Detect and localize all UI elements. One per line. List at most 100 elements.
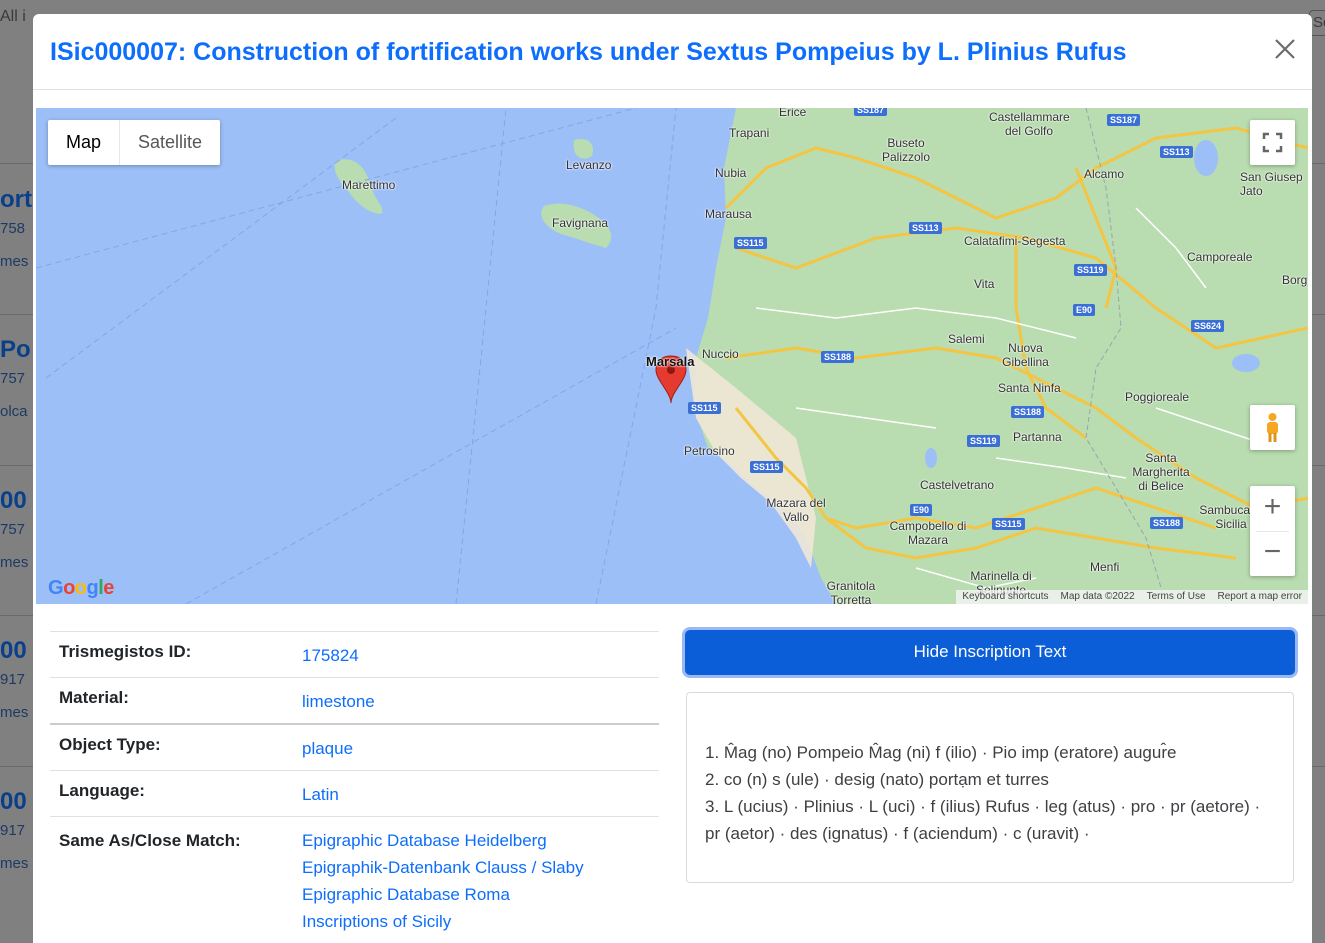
background-divider xyxy=(1311,766,1325,767)
map-label: Marettimo xyxy=(342,178,396,192)
detail-key: Object Type: xyxy=(59,735,161,754)
map-label: Santa Ninfa xyxy=(998,381,1061,395)
map-label: Levanzo xyxy=(566,158,612,172)
map-label: Partanna xyxy=(1013,430,1062,444)
background-divider xyxy=(1311,314,1325,315)
map-attribution: Keyboard shortcuts Map data ©2022 Terms … xyxy=(956,590,1308,604)
inscription-modal: ISic000007: Construction of fortificatio… xyxy=(33,14,1312,943)
road-shield: SS188 xyxy=(1011,406,1045,418)
map-label: Mazara del Vallo xyxy=(766,496,826,524)
google-logo: Google xyxy=(48,577,114,599)
map-label: Granitola Torretta xyxy=(826,579,876,604)
inscription-line: 3. L (ucius) · Plinius · L (uci) · f (il… xyxy=(705,797,1261,816)
road-shield: E90 xyxy=(1073,304,1096,316)
background-divider xyxy=(1311,163,1325,164)
same-as-link[interactable]: Epigraphic Database Roma xyxy=(302,881,584,908)
keyboard-shortcuts-link[interactable]: Keyboard shortcuts xyxy=(962,590,1048,604)
fullscreen-button[interactable] xyxy=(1250,120,1295,165)
background-divider xyxy=(0,465,34,466)
background-result-row: 00 917 mes xyxy=(0,788,29,872)
map-label: Castelvetrano xyxy=(920,478,995,492)
map-label: San Giusep Jato xyxy=(1240,170,1303,198)
report-map-error-link[interactable]: Report a map error xyxy=(1218,590,1302,604)
inscription-line: pr (aetor) · des (ignatus) · f (aciendum… xyxy=(705,824,1090,843)
background-search-text: All i xyxy=(0,8,26,25)
inscription-line: 1. M̂ag (no) Pompeio M̂ag (ni) f (ilio) … xyxy=(705,743,1177,762)
road-shield: SS119 xyxy=(1074,264,1107,276)
map-type-control: Map Satellite xyxy=(48,120,221,165)
road-shield: SS188 xyxy=(1150,517,1184,529)
material-link[interactable]: limestone xyxy=(302,688,375,715)
background-result-row: 00 757 mes xyxy=(0,487,29,571)
background-result-row: Po 757 olca xyxy=(0,336,31,420)
detail-row-language: Language: Latin xyxy=(50,771,659,817)
map-label: Erice xyxy=(779,108,807,119)
detail-row-same-as: Same As/Close Match: Epigraphic Database… xyxy=(50,817,659,943)
street-view-button[interactable] xyxy=(1250,405,1295,450)
zoom-out-button[interactable]: − xyxy=(1250,531,1295,576)
road-shield: SS119 xyxy=(967,435,1000,447)
detail-key: Same As/Close Match: xyxy=(59,831,241,850)
road-shield: SS113 xyxy=(1160,146,1193,158)
same-as-link[interactable]: Epigraphic Database Heidelberg xyxy=(302,827,584,854)
map-label: Alcamo xyxy=(1084,167,1125,181)
map-label: Castellammare del Golfo xyxy=(989,110,1070,138)
road-shield: SS187 xyxy=(1107,114,1141,126)
detail-key: Language: xyxy=(59,781,145,800)
map-label: Nuccio xyxy=(702,347,739,361)
background-divider xyxy=(0,615,34,616)
object-type-link[interactable]: plaque xyxy=(302,735,353,762)
marker-label: Marsala xyxy=(646,354,695,369)
map-label: Trapani xyxy=(729,126,770,140)
map-label: Nubia xyxy=(715,166,747,180)
map-label: Nuova Gibellina xyxy=(1002,341,1049,369)
map-label: Santa Margherita di Belice xyxy=(1132,451,1190,493)
zoom-in-button[interactable]: + xyxy=(1250,486,1295,531)
map-label: Vita xyxy=(974,277,995,291)
hide-inscription-button[interactable]: Hide Inscription Text xyxy=(685,630,1295,675)
map-data-text: Map data ©2022 xyxy=(1060,591,1135,602)
trismegistos-link[interactable]: 175824 xyxy=(302,642,359,669)
map-label: Buseto Palizzolo xyxy=(881,136,931,164)
language-link[interactable]: Latin xyxy=(302,781,339,808)
background-divider xyxy=(0,766,34,767)
zoom-control: + − xyxy=(1250,486,1295,576)
modal-header: ISic000007: Construction of fortificatio… xyxy=(33,14,1312,90)
map-label: Marausa xyxy=(705,207,752,221)
close-icon[interactable] xyxy=(1274,38,1296,60)
same-as-link[interactable]: Inscriptions of Sicily xyxy=(302,908,584,935)
road-shield: SS624 xyxy=(1191,320,1225,332)
map-label: Petrosino xyxy=(684,444,735,458)
map-view[interactable]: Erice Trapani Buseto Palizzolo Castellam… xyxy=(36,108,1308,604)
map-label: Poggioreale xyxy=(1125,390,1190,404)
detail-row-material: Material: limestone xyxy=(50,678,659,725)
pegman-icon xyxy=(1267,413,1278,442)
background-result-row: ort 758 mes xyxy=(0,186,32,270)
background-divider xyxy=(0,163,34,164)
terms-of-use-link[interactable]: Terms of Use xyxy=(1147,590,1206,604)
road-shield: E90 xyxy=(910,504,933,516)
map-label: Camporeale xyxy=(1187,250,1253,264)
map-label: Borg xyxy=(1282,273,1308,287)
background-result-row: 00 917 mes xyxy=(0,637,29,721)
background-divider xyxy=(0,314,34,315)
detail-row-object-type: Object Type: plaque xyxy=(50,725,659,771)
map-label: Campobello di Mazara xyxy=(889,519,967,547)
details-table: Trismegistos ID: 175824 Material: limest… xyxy=(50,631,659,943)
background-divider xyxy=(1311,615,1325,616)
map-label: Salemi xyxy=(948,332,985,346)
map-label: Calatafimi-Segesta xyxy=(964,234,1066,248)
road-shield: SS113 xyxy=(909,222,942,234)
same-as-link[interactable]: Epigraphik-Datenbank Clauss / Slaby xyxy=(302,854,584,881)
inscription-line: 2. co (n) s (ule) · desig (nato) portạm … xyxy=(705,770,1049,789)
detail-key: Material: xyxy=(59,688,129,707)
map-type-satellite-button[interactable]: Satellite xyxy=(120,120,220,165)
modal-title: ISic000007: Construction of fortificatio… xyxy=(50,38,1127,66)
road-shield: SS115 xyxy=(750,461,783,473)
road-shield: SS187 xyxy=(854,108,888,116)
map-type-map-button[interactable]: Map xyxy=(48,120,121,165)
fullscreen-icon xyxy=(1262,132,1283,153)
detail-key: Trismegistos ID: xyxy=(59,642,192,661)
background-divider xyxy=(1311,465,1325,466)
inscription-text-panel: 1. M̂ag (no) Pompeio M̂ag (ni) f (ilio) … xyxy=(686,692,1294,883)
